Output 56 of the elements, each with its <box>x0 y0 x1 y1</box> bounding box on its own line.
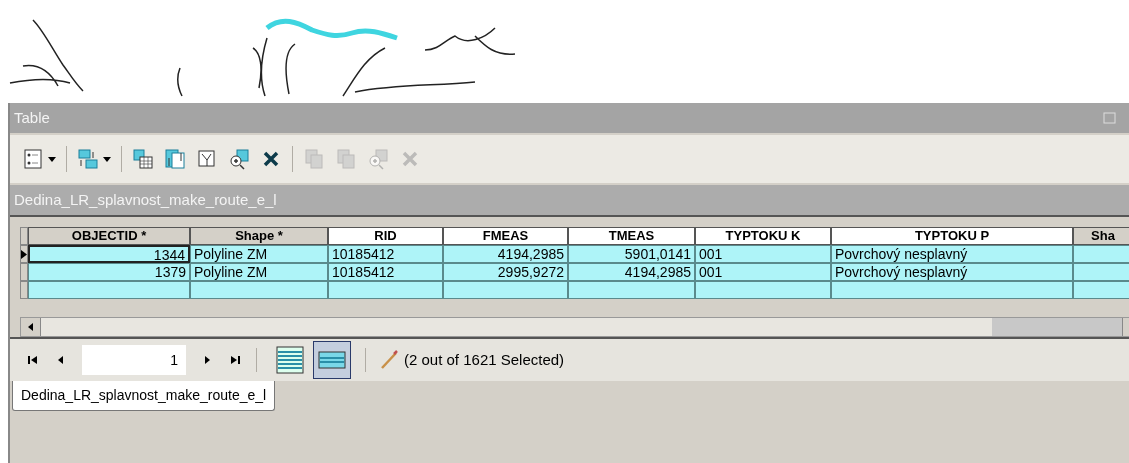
table-cell: 001 <box>695 263 831 281</box>
last-record-icon <box>228 354 242 366</box>
table-tab[interactable]: Dedina_LR_splavnost_make_route_e_l <box>12 381 276 411</box>
column-header[interactable]: Shape * <box>190 227 328 245</box>
table-cell <box>1073 245 1129 263</box>
table-cell: 1379 <box>28 263 190 281</box>
related-tables-icon <box>77 148 99 170</box>
column-header[interactable]: TMEAS <box>568 227 695 245</box>
first-record-button[interactable] <box>26 354 40 366</box>
table-cell: 10185412 <box>328 263 443 281</box>
table-cell: Povrchový nesplavný <box>831 263 1073 281</box>
column-header[interactable]: OBJECTID * <box>28 227 190 245</box>
toolbar-button[interactable] <box>77 148 111 170</box>
table-cell <box>1073 263 1129 281</box>
caret-icon <box>103 156 111 162</box>
table-cell: Polyline ZM <box>190 245 328 263</box>
table-cell: 4194,2985 <box>568 263 695 281</box>
last-record-button[interactable] <box>228 354 242 366</box>
column-header[interactable]: Sha <box>1073 227 1129 245</box>
record-field[interactable]: 1 <box>82 345 186 375</box>
table-select-icon <box>132 148 154 170</box>
toolbar-button[interactable] <box>22 148 56 170</box>
left-arrow-icon <box>28 323 33 331</box>
window-title: Table <box>14 107 50 128</box>
all-records-icon <box>276 346 304 374</box>
column-header[interactable]: TYPTOKU P <box>831 227 1073 245</box>
show-selected-records-button[interactable] <box>313 341 351 379</box>
header-corner <box>20 227 28 245</box>
switch-selection-icon <box>164 148 186 170</box>
scroll-left-button[interactable] <box>21 318 41 336</box>
copy-records-icon <box>335 148 357 170</box>
table-cell: Povrchový nesplavný <box>831 245 1073 263</box>
clear-selection-icon <box>196 148 218 170</box>
column-header[interactable]: RID <box>328 227 443 245</box>
table-name: Dedina_LR_splavnost_make_route_e_l <box>14 189 277 210</box>
pencil-icon <box>380 350 400 370</box>
table-cell: 4194,2985 <box>443 245 568 263</box>
copy-records-icon <box>303 148 325 170</box>
toolbar-button[interactable] <box>228 148 250 170</box>
table-cell: 5901,0141 <box>568 245 695 263</box>
selection-status: (2 out of 1621 Selected) <box>404 349 565 370</box>
table-cell: 1344 <box>28 245 190 263</box>
table-cell: Polyline ZM <box>190 263 328 281</box>
selected-records-icon <box>318 351 346 369</box>
scroll-thumb[interactable] <box>992 318 1122 336</box>
caret-icon <box>48 156 56 162</box>
table-cell: 001 <box>695 245 831 263</box>
horizontal-scrollbar[interactable] <box>20 317 1129 337</box>
column-header[interactable]: TYPTOKU K <box>695 227 831 245</box>
zoom-icon <box>367 148 389 170</box>
column-header[interactable]: FMEAS <box>443 227 568 245</box>
table-cell: 10185412 <box>328 245 443 263</box>
table-cell: 2995,9272 <box>443 263 568 281</box>
list-options-icon <box>22 148 44 170</box>
first-record-icon <box>26 354 40 366</box>
zoom-icon <box>228 148 250 170</box>
